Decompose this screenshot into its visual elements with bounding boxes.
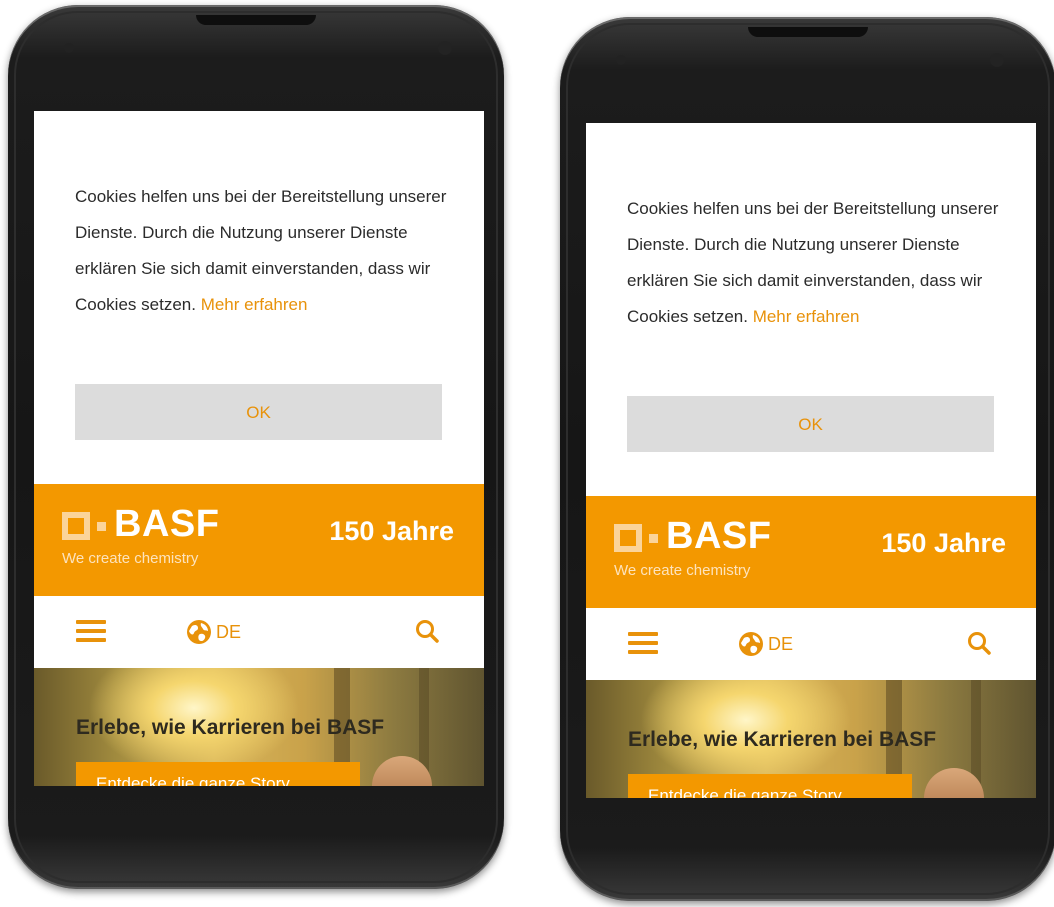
hamburger-icon[interactable] xyxy=(628,632,658,654)
hero-banner: Erlebe, wie Karrieren bei BASF Entdecke … xyxy=(586,680,1036,798)
phone-frame-left: Cookies helfen uns bei der Bereitstellun… xyxy=(8,5,504,889)
cookie-notice: Cookies helfen uns bei der Bereitstellun… xyxy=(75,179,450,323)
phone-camera xyxy=(438,41,452,55)
learn-more-link[interactable]: Mehr erfahren xyxy=(201,295,308,314)
nav-bar: DE xyxy=(34,596,484,668)
basf-logo-dot-icon xyxy=(97,522,106,531)
brand-header: BASF We create chemistry 150 Jahre xyxy=(586,496,1036,608)
brand-header: BASF We create chemistry 150 Jahre xyxy=(34,484,484,596)
hamburger-icon[interactable] xyxy=(76,620,106,642)
basf-logo[interactable]: BASF xyxy=(114,502,219,546)
language-code: DE xyxy=(768,633,794,654)
cookie-ok-button[interactable]: OK xyxy=(627,396,994,452)
phone-sensor xyxy=(616,55,626,65)
brand-tagline: We create chemistry xyxy=(614,562,751,579)
nav-bar: DE xyxy=(586,608,1036,680)
hero-title: Erlebe, wie Karrieren bei BASF xyxy=(76,716,385,739)
phone-frame-right: Cookies helfen uns bei der Bereitstellun… xyxy=(560,17,1054,901)
language-selector[interactable]: DE xyxy=(186,618,241,646)
anniversary-label[interactable]: 150 Jahre xyxy=(329,516,454,547)
basf-logo-square-icon xyxy=(614,524,642,552)
globe-icon xyxy=(739,632,763,656)
hero-title: Erlebe, wie Karrieren bei BASF xyxy=(628,728,937,751)
phone-speaker xyxy=(196,15,316,25)
cookie-notice: Cookies helfen uns bei der Bereitstellun… xyxy=(627,191,1002,335)
basf-logo-dot-icon xyxy=(649,534,658,543)
phone-screen: Cookies helfen uns bei der Bereitstellun… xyxy=(34,111,484,786)
basf-logo-square-icon xyxy=(62,512,90,540)
cookie-ok-button[interactable]: OK xyxy=(75,384,442,440)
search-icon[interactable] xyxy=(414,618,440,644)
hero-cta-button[interactable]: Entdecke die ganze Story xyxy=(628,774,912,798)
hero-cta-button[interactable]: Entdecke die ganze Story xyxy=(76,762,360,786)
brand-tagline: We create chemistry xyxy=(62,550,199,567)
phone-sensor xyxy=(64,43,74,53)
basf-logo[interactable]: BASF xyxy=(666,514,771,558)
learn-more-link[interactable]: Mehr erfahren xyxy=(753,307,860,326)
search-icon[interactable] xyxy=(966,630,992,656)
hero-banner: Erlebe, wie Karrieren bei BASF Entdecke … xyxy=(34,668,484,786)
language-selector[interactable]: DE xyxy=(738,630,793,658)
phone-camera xyxy=(990,53,1004,67)
language-code: DE xyxy=(216,621,242,642)
phone-speaker xyxy=(748,27,868,37)
phone-screen: Cookies helfen uns bei der Bereitstellun… xyxy=(586,123,1036,798)
globe-icon xyxy=(187,620,211,644)
anniversary-label[interactable]: 150 Jahre xyxy=(881,528,1006,559)
device-preview-stage: Cookies helfen uns bei der Bereitstellun… xyxy=(0,0,1054,907)
